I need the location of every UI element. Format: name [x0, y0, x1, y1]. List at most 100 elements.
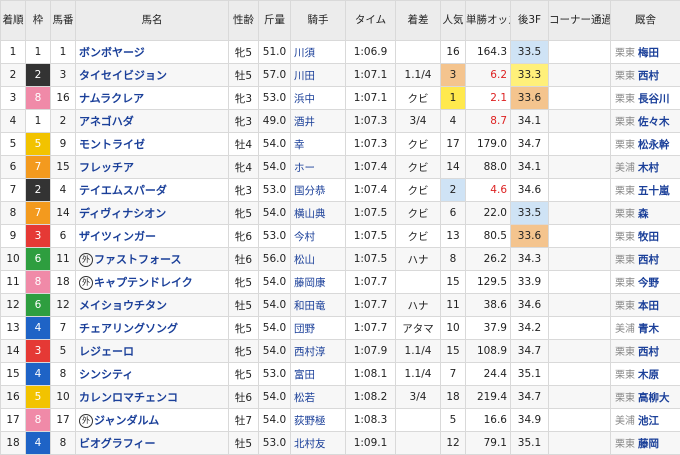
horse-name-cell[interactable]: 外ファストフォース: [76, 248, 229, 271]
waku-badge: 5: [26, 386, 50, 408]
trainer-cell[interactable]: 栗東松永幹: [611, 133, 680, 156]
trainer-cell[interactable]: 栗東西村: [611, 248, 680, 271]
horse-name-link[interactable]: タイセイビジョン: [79, 69, 167, 82]
jockey-link[interactable]: 松山: [291, 248, 346, 271]
trainer-name-link[interactable]: 木村: [638, 162, 659, 174]
trainer-cell[interactable]: 栗東高柳大: [611, 386, 680, 409]
trainer-name-link[interactable]: 梅田: [638, 47, 659, 59]
trainer-name-link[interactable]: 西村: [638, 70, 659, 82]
odds-cell: 16.6: [466, 409, 511, 432]
jockey-link[interactable]: 和田竜: [291, 294, 346, 317]
trainer-cell[interactable]: 美浦木村: [611, 156, 680, 179]
horse-name-cell[interactable]: チェアリングソング: [76, 317, 229, 340]
jockey-link[interactable]: 北村友: [291, 432, 346, 455]
jockey-link[interactable]: ホー: [291, 156, 346, 179]
horse-name-link[interactable]: テイエムスパーダ: [79, 184, 167, 197]
table-row: 8714ディヴィナシオン牝554.0横山典1:07.5クビ622.033.5栗東…: [1, 202, 680, 225]
trainer-cell[interactable]: 栗東長谷川: [611, 87, 680, 110]
trainer-cell[interactable]: 栗東五十嵐: [611, 179, 680, 202]
jockey-link[interactable]: 藤岡康: [291, 271, 346, 294]
horse-name-link[interactable]: モントライゼ: [79, 138, 145, 151]
jockey-link[interactable]: 川須: [291, 41, 346, 64]
trainer-name-link[interactable]: 五十嵐: [638, 185, 670, 197]
horse-name-cell[interactable]: タイセイビジョン: [76, 64, 229, 87]
trainer-name-link[interactable]: 佐々木: [638, 116, 670, 128]
trainer-name-link[interactable]: 高柳大: [638, 392, 670, 404]
trainer-name-link[interactable]: 長谷川: [638, 93, 670, 105]
horse-name-cell[interactable]: ナムラクレア: [76, 87, 229, 110]
jockey-link[interactable]: 西村淳: [291, 340, 346, 363]
horse-name-link[interactable]: アネゴハダ: [79, 115, 134, 128]
trainer-name-link[interactable]: 木原: [638, 369, 659, 381]
horse-name-cell[interactable]: シンシティ: [76, 363, 229, 386]
horse-name-link[interactable]: フレッチア: [79, 161, 134, 174]
jockey-link[interactable]: 今村: [291, 225, 346, 248]
trainer-cell[interactable]: 栗東本田: [611, 294, 680, 317]
trainer-cell[interactable]: 栗東梅田: [611, 41, 680, 64]
horse-name-cell[interactable]: 外キャプテンドレイク: [76, 271, 229, 294]
horse-name-link[interactable]: ジャンダルム: [94, 414, 159, 427]
trainer-name-link[interactable]: 藤岡: [638, 438, 659, 450]
umaban-cell: 9: [51, 133, 76, 156]
odds-cell: 24.4: [466, 363, 511, 386]
horse-name-link[interactable]: メイショウチタン: [79, 299, 167, 312]
horse-name-cell[interactable]: ディヴィナシオン: [76, 202, 229, 225]
trainer-name-link[interactable]: 青木: [638, 323, 659, 335]
horse-name-cell[interactable]: モントライゼ: [76, 133, 229, 156]
jockey-link[interactable]: 国分恭: [291, 179, 346, 202]
trainer-name-link[interactable]: 森: [638, 208, 649, 220]
horse-name-link[interactable]: ナムラクレア: [79, 92, 144, 105]
trainer-name-link[interactable]: 今野: [638, 277, 659, 289]
horse-name-cell[interactable]: ザイツィンガー: [76, 225, 229, 248]
trainer-name-link[interactable]: 西村: [638, 346, 659, 358]
trainer-cell[interactable]: 栗東牧田: [611, 225, 680, 248]
trainer-cell[interactable]: 栗東西村: [611, 64, 680, 87]
trainer-cell[interactable]: 美浦青木: [611, 317, 680, 340]
horse-name-link[interactable]: ファストフォース: [94, 253, 181, 266]
trainer-cell[interactable]: 美浦池江: [611, 409, 680, 432]
horse-name-link[interactable]: カレンロマチェンコ: [79, 391, 178, 404]
trainer-cell[interactable]: 栗東木原: [611, 363, 680, 386]
trainer-area: 栗東: [615, 94, 635, 105]
jockey-link[interactable]: 浜中: [291, 87, 346, 110]
horse-name-cell[interactable]: 外ジャンダルム: [76, 409, 229, 432]
horse-name-link[interactable]: キャプテンドレイク: [94, 276, 193, 289]
jockey-link[interactable]: 団野: [291, 317, 346, 340]
trainer-cell[interactable]: 栗東藤岡: [611, 432, 680, 455]
trainer-cell[interactable]: 栗東森: [611, 202, 680, 225]
horse-name-cell[interactable]: ボンボヤージ: [76, 41, 229, 64]
jockey-link[interactable]: 荻野極: [291, 409, 346, 432]
trainer-cell[interactable]: 栗東今野: [611, 271, 680, 294]
horse-name-cell[interactable]: テイエムスパーダ: [76, 179, 229, 202]
horse-name-link[interactable]: ディヴィナシオン: [79, 207, 166, 220]
jockey-link[interactable]: 幸: [291, 133, 346, 156]
jockey-link[interactable]: 横山典: [291, 202, 346, 225]
horse-name-link[interactable]: ボンボヤージ: [79, 46, 145, 59]
horse-name-link[interactable]: レジェーロ: [79, 345, 134, 358]
trainer-name-link[interactable]: 本田: [638, 300, 659, 312]
trainer-name-link[interactable]: 松永幹: [638, 139, 670, 151]
horse-name-cell[interactable]: カレンロマチェンコ: [76, 386, 229, 409]
trainer-name-link[interactable]: 牧田: [638, 231, 659, 243]
trainer-area: 栗東: [615, 48, 635, 59]
trainer-cell[interactable]: 栗東西村: [611, 340, 680, 363]
horse-name-link[interactable]: チェアリングソング: [79, 322, 178, 335]
horse-name-cell[interactable]: アネゴハダ: [76, 110, 229, 133]
jockey-link[interactable]: 富田: [291, 363, 346, 386]
trainer-name-link[interactable]: 西村: [638, 254, 659, 266]
horse-name-link[interactable]: ビオグラフィー: [79, 437, 156, 450]
horse-name-cell[interactable]: メイショウチタン: [76, 294, 229, 317]
trainer-name-link[interactable]: 池江: [638, 415, 659, 427]
horse-name-link[interactable]: シンシティ: [79, 368, 133, 381]
jockey-link[interactable]: 松若: [291, 386, 346, 409]
horse-name-cell[interactable]: フレッチア: [76, 156, 229, 179]
waku-badge: 8: [26, 271, 50, 293]
trainer-cell[interactable]: 栗東佐々木: [611, 110, 680, 133]
corner-cell: [549, 409, 611, 432]
waku-cell: 5: [26, 386, 51, 409]
horse-name-link[interactable]: ザイツィンガー: [79, 230, 156, 243]
jockey-link[interactable]: 酒井: [291, 110, 346, 133]
horse-name-cell[interactable]: ビオグラフィー: [76, 432, 229, 455]
horse-name-cell[interactable]: レジェーロ: [76, 340, 229, 363]
jockey-link[interactable]: 川田: [291, 64, 346, 87]
